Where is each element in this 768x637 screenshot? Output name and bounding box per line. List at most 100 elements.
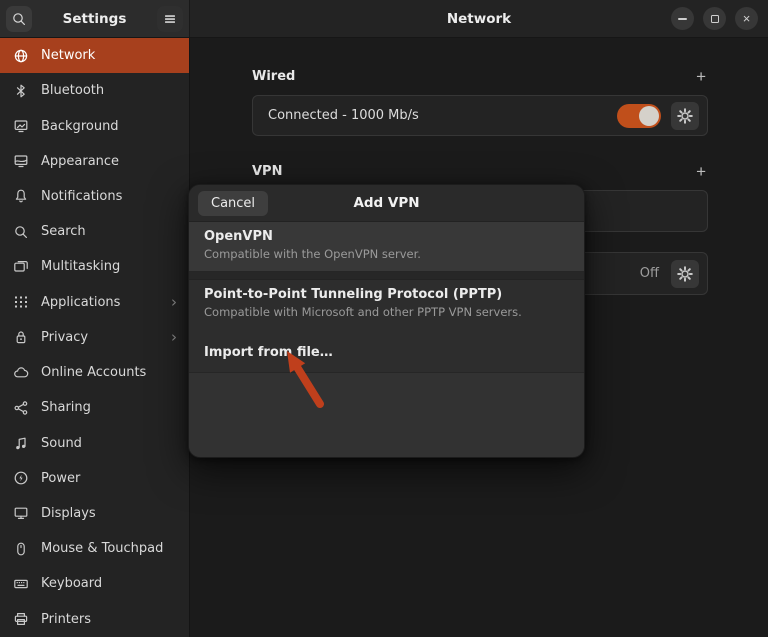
sidebar-item-label: Privacy — [41, 330, 88, 345]
vpn-option-openvpn[interactable]: OpenVPN Compatible with the OpenVPN serv… — [189, 222, 584, 272]
share-icon — [13, 400, 29, 416]
gear-icon — [677, 266, 693, 282]
titlebar: Settings Network × — [0, 0, 768, 38]
sidebar-item-label: Network — [41, 48, 95, 63]
wired-connection-row[interactable]: Connected - 1000 Mb/s — [252, 95, 708, 136]
sidebar-item-network[interactable]: Network — [0, 38, 189, 73]
vpn-option-title: Point-to-Point Tunneling Protocol (PPTP) — [204, 287, 569, 302]
minimize-icon — [678, 18, 687, 20]
dialog-empty-area — [189, 373, 584, 457]
network-globe-icon — [13, 48, 29, 64]
main-headerbar: Network × — [190, 0, 768, 38]
sidebar-item-power[interactable]: Power — [0, 461, 189, 496]
sidebar-item-label: Notifications — [41, 189, 122, 204]
gear-icon — [677, 108, 693, 124]
vpn-section-header: VPN + — [252, 161, 708, 181]
sidebar-item-multitasking[interactable]: Multitasking — [0, 249, 189, 284]
sidebar-item-sound[interactable]: Sound — [0, 425, 189, 460]
add-vpn-dialog: Cancel Add VPN OpenVPN Compatible with t… — [188, 184, 585, 458]
sidebar-item-label: Sharing — [41, 400, 91, 415]
minimize-button[interactable] — [671, 7, 694, 30]
sidebar-item-keyboard[interactable]: Keyboard — [0, 566, 189, 601]
search-icon — [13, 224, 29, 240]
sidebar-item-label: Appearance — [41, 154, 119, 169]
sidebar-item-sharing[interactable]: Sharing — [0, 390, 189, 425]
sidebar-item-search[interactable]: Search — [0, 214, 189, 249]
plus-icon: + — [696, 162, 706, 181]
app-title: Settings — [63, 11, 127, 27]
add-wired-connection-button[interactable]: + — [694, 68, 708, 85]
settings-window: Settings Network × Network — [0, 0, 768, 637]
wired-status-text: Connected - 1000 Mb/s — [268, 108, 419, 123]
sound-icon — [13, 435, 29, 451]
sidebar-item-label: Background — [41, 119, 119, 134]
displays-icon — [13, 505, 29, 521]
vpn-option-pptp[interactable]: Point-to-Point Tunneling Protocol (PPTP)… — [189, 280, 584, 332]
vpn-option-title: OpenVPN — [204, 229, 569, 244]
appearance-icon — [13, 153, 29, 169]
apps-grid-icon — [13, 294, 29, 310]
close-button[interactable]: × — [735, 7, 758, 30]
sidebar-item-bluetooth[interactable]: Bluetooth — [0, 73, 189, 108]
sidebar-item-label: Search — [41, 224, 86, 239]
chevron-right-icon: › — [171, 295, 177, 310]
list-separator — [189, 272, 584, 280]
vpn-section-title: VPN — [252, 164, 282, 179]
background-icon — [13, 118, 29, 134]
hamburger-menu-icon — [162, 11, 178, 27]
search-icon — [11, 11, 27, 27]
sidebar-item-displays[interactable]: Displays — [0, 496, 189, 531]
chevron-right-icon: › — [171, 330, 177, 345]
sidebar-item-privacy[interactable]: Privacy › — [0, 320, 189, 355]
sidebar-item-label: Printers — [41, 612, 91, 627]
sidebar-item-label: Sound — [41, 436, 82, 451]
keyboard-icon — [13, 576, 29, 592]
sidebar-headerbar: Settings — [0, 0, 190, 38]
sidebar-item-background[interactable]: Background — [0, 108, 189, 143]
sidebar-item-label: Power — [41, 471, 80, 486]
sidebar-item-label: Keyboard — [41, 576, 102, 591]
sidebar-item-label: Applications — [41, 295, 120, 310]
bluetooth-icon — [13, 83, 29, 99]
wired-section-header: Wired + — [252, 66, 708, 86]
close-icon: × — [743, 12, 751, 25]
vpn-option-title: Import from file… — [204, 345, 333, 360]
vpn-option-import-from-file[interactable]: Import from file… — [189, 332, 584, 373]
vpn-option-subtitle: Compatible with the OpenVPN server. — [204, 247, 569, 261]
sidebar-item-online-accounts[interactable]: Online Accounts — [0, 355, 189, 390]
add-vpn-dialog-header: Cancel Add VPN — [189, 185, 584, 222]
proxy-settings-button[interactable] — [671, 260, 699, 288]
plus-icon: + — [696, 67, 706, 86]
bell-icon — [13, 188, 29, 204]
primary-menu-button[interactable] — [157, 6, 183, 32]
sidebar-item-applications[interactable]: Applications › — [0, 285, 189, 320]
cancel-button[interactable]: Cancel — [198, 191, 268, 216]
sidebar-item-appearance[interactable]: Appearance — [0, 144, 189, 179]
proxy-status-text: Off — [640, 266, 659, 281]
sidebar-item-printers[interactable]: Printers — [0, 602, 189, 637]
sidebar-item-label: Bluetooth — [41, 83, 104, 98]
window-controls: × — [671, 7, 758, 30]
add-vpn-button[interactable]: + — [694, 163, 708, 180]
sidebar-item-mouse-touchpad[interactable]: Mouse & Touchpad — [0, 531, 189, 566]
sidebar-item-label: Displays — [41, 506, 96, 521]
sidebar-item-notifications[interactable]: Notifications — [0, 179, 189, 214]
power-icon — [13, 470, 29, 486]
wired-section-title: Wired — [252, 69, 295, 84]
sidebar-item-label: Online Accounts — [41, 365, 146, 380]
wired-settings-button[interactable] — [671, 102, 699, 130]
lock-icon — [13, 329, 29, 345]
wired-toggle[interactable] — [617, 104, 661, 128]
mouse-icon — [13, 541, 29, 557]
maximize-button[interactable] — [703, 7, 726, 30]
toggle-knob — [639, 106, 659, 126]
sidebar-item-label: Mouse & Touchpad — [41, 541, 163, 556]
maximize-icon — [711, 15, 719, 23]
sidebar-item-label: Multitasking — [41, 259, 120, 274]
sidebar: Network Bluetooth Background Appearance — [0, 38, 190, 637]
vpn-option-subtitle: Compatible with Microsoft and other PPTP… — [204, 305, 569, 319]
search-button[interactable] — [6, 6, 32, 32]
cloud-icon — [13, 365, 29, 381]
printer-icon — [13, 611, 29, 627]
multitasking-icon — [13, 259, 29, 275]
